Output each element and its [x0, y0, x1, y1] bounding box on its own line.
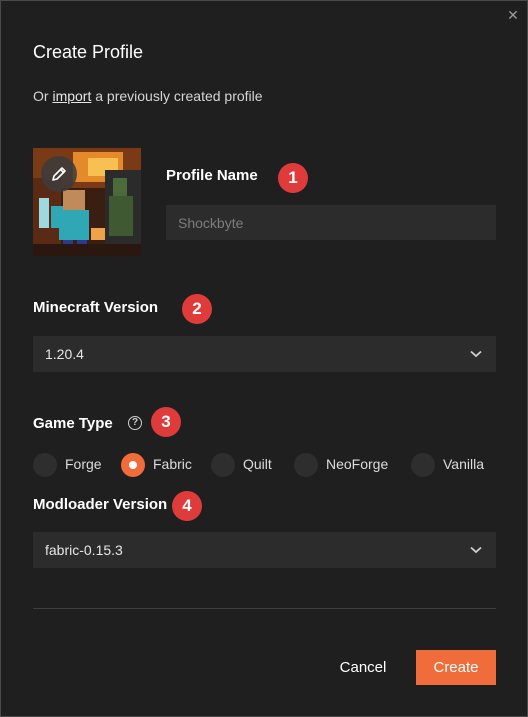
- divider: [33, 608, 496, 609]
- radio-neoforge-circle: [294, 453, 318, 477]
- create-button[interactable]: Create: [416, 650, 496, 685]
- step-badge-2: 2: [182, 294, 212, 324]
- modloader-version-value: fabric-0.15.3: [45, 542, 123, 558]
- chevron-down-icon: [470, 532, 482, 568]
- dialog-subtitle: Or import a previously created profile: [33, 88, 263, 104]
- chevron-down-icon: [470, 336, 482, 372]
- radio-vanilla-label: Vanilla: [443, 456, 484, 472]
- profile-name-label: Profile Name: [166, 167, 258, 184]
- radio-vanilla-circle: [411, 453, 435, 477]
- minecraft-version-label: Minecraft Version: [33, 299, 159, 316]
- radio-fabric-label: Fabric: [153, 456, 192, 472]
- step-badge-4: 4: [172, 491, 202, 521]
- import-link[interactable]: import: [52, 88, 91, 104]
- game-type-label: Game Type: [33, 415, 113, 432]
- step-badge-3: 3: [151, 407, 181, 437]
- radio-forge-circle: [33, 453, 57, 477]
- subtitle-prefix: Or: [33, 88, 49, 104]
- edit-image-button[interactable]: [41, 156, 77, 192]
- radio-neoforge-label: NeoForge: [326, 456, 389, 472]
- radio-quilt-circle: [211, 453, 235, 477]
- modloader-version-label: Modloader Version: [33, 496, 168, 513]
- step-badge-1: 1: [278, 163, 308, 193]
- radio-fabric-circle: [121, 453, 145, 477]
- modloader-version-select[interactable]: fabric-0.15.3: [33, 532, 496, 568]
- cancel-button[interactable]: Cancel: [327, 650, 399, 685]
- pencil-icon: [52, 167, 66, 181]
- subtitle-suffix: a previously created profile: [95, 88, 263, 104]
- create-profile-dialog: ✕ Create Profile Or import a previously …: [0, 0, 528, 717]
- radio-quilt-label: Quilt: [243, 456, 272, 472]
- dialog-title: Create Profile: [33, 42, 144, 62]
- close-icon[interactable]: ✕: [505, 7, 521, 23]
- profile-name-input[interactable]: [166, 205, 496, 240]
- radio-forge-label: Forge: [65, 456, 102, 472]
- help-icon[interactable]: ?: [128, 416, 142, 430]
- minecraft-version-value: 1.20.4: [45, 346, 84, 362]
- minecraft-version-select[interactable]: 1.20.4: [33, 336, 496, 372]
- profile-image[interactable]: [33, 148, 141, 256]
